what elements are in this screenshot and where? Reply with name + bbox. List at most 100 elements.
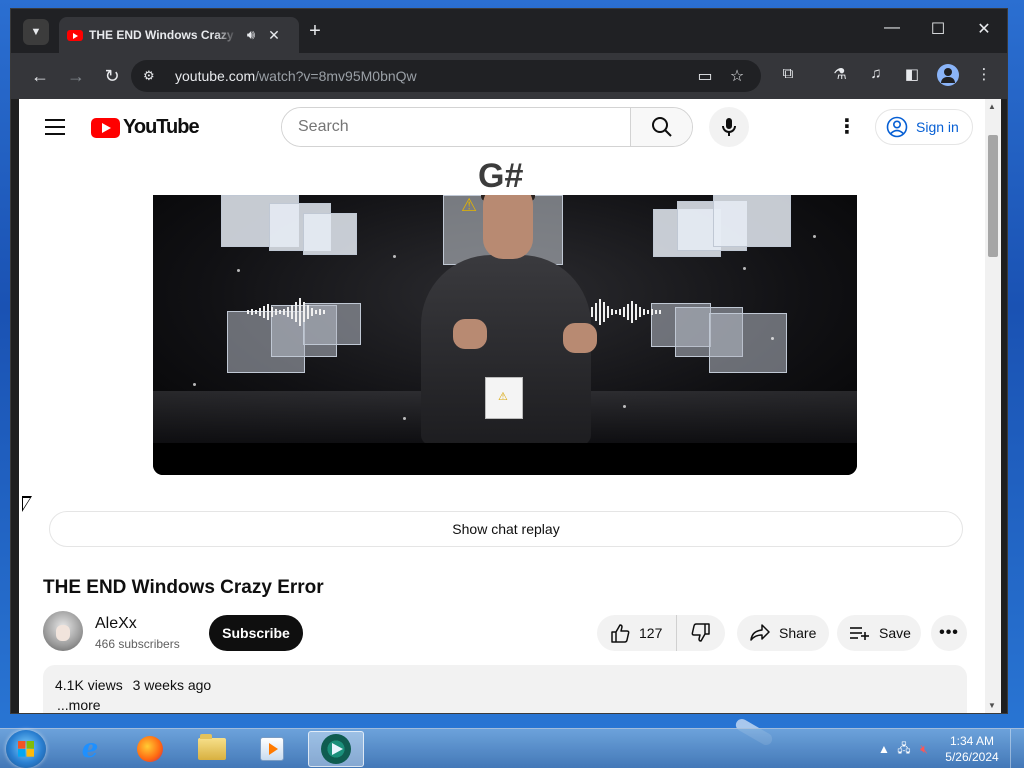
close-window-button[interactable]: ✕ (969, 19, 999, 39)
voice-search-button[interactable] (709, 107, 749, 147)
new-tab-button[interactable]: + (303, 21, 327, 41)
thumbs-up-icon (611, 624, 630, 643)
presenter-head (483, 195, 533, 259)
browser-menu-icon[interactable]: ⋮ (973, 65, 995, 83)
video-frame: ⚠ (153, 195, 857, 445)
tab-search-button[interactable]: ▼ (23, 19, 49, 45)
clock-time: 1:34 AM (949, 734, 995, 748)
taskbar-internet-explorer[interactable]: e (62, 731, 118, 767)
taskbar-chrome-remote[interactable] (308, 731, 364, 767)
audio-waveform-left (247, 297, 325, 327)
tab-youtube[interactable]: THE END Windows Crazy Error 🔊︎ ✕ (59, 17, 299, 53)
tab-title: THE END Windows Crazy Error (89, 28, 237, 42)
browser-toolbar: ← → ↻ ⚙ youtube.com/watch?v=8mv95M0bnQw … (11, 53, 1007, 99)
save-button[interactable]: Save (837, 615, 921, 651)
sign-in-label: Sign in (916, 119, 959, 135)
forward-arrow-icon[interactable]: → (65, 65, 87, 87)
like-button[interactable]: 127 (597, 615, 677, 651)
show-hidden-icons-arrow-icon[interactable]: ▲ (874, 742, 894, 756)
audio-waveform-right (583, 297, 661, 327)
start-button[interactable] (6, 730, 46, 768)
more-actions-button[interactable]: ••• (931, 615, 967, 651)
video-controls-area (153, 443, 857, 475)
volume-muted-icon[interactable]: 🔇︎ (914, 742, 934, 757)
media-control-icon[interactable]: ♫ (865, 65, 887, 82)
page-scrollbar[interactable]: ▲ ▼ (985, 99, 1001, 713)
share-label: Share (779, 625, 817, 641)
profile-avatar-icon[interactable] (937, 64, 959, 86)
site-info-icon[interactable]: ⚙ (143, 68, 163, 84)
more-horizontal-icon: ••• (939, 624, 959, 641)
dislike-button[interactable] (677, 622, 725, 644)
scroll-thumb[interactable] (988, 135, 998, 257)
internet-explorer-icon: e (81, 734, 99, 764)
tab-close-icon[interactable]: ✕ (265, 27, 283, 44)
channel-avatar[interactable] (43, 611, 83, 651)
view-count: 4.1K views (55, 677, 123, 693)
like-dislike-group: 127 (597, 615, 725, 651)
presenter-hand (563, 323, 597, 353)
speaker-icon[interactable]: 🔊︎ (243, 27, 259, 43)
cast-icon[interactable]: ▭ (695, 66, 715, 86)
share-button[interactable]: Share (737, 615, 829, 651)
youtube-logo-text: YouTube (123, 116, 200, 138)
more-options-icon[interactable]: ⋮ (837, 115, 857, 139)
taskbar-firefox[interactable] (122, 731, 178, 767)
scroll-up-arrow-icon[interactable]: ▲ (988, 102, 996, 111)
bookmark-star-icon[interactable]: ☆ (727, 66, 747, 86)
video-title: THE END Windows Crazy Error (43, 577, 324, 598)
scroll-down-arrow-icon[interactable]: ▼ (988, 701, 996, 710)
account-icon (886, 116, 908, 138)
youtube-page: YouTube ⋮ Sign in G# (19, 99, 1001, 713)
video-player[interactable]: ⚠ (153, 195, 857, 475)
video-window-card (709, 313, 787, 373)
search-box (281, 107, 693, 147)
subscribe-button[interactable]: Subscribe (209, 615, 303, 651)
subscriber-count: 466 subscribers (95, 637, 180, 651)
maximize-button[interactable]: ☐ (923, 19, 953, 39)
url-path: /watch?v=8mv95M0bnQw (255, 68, 417, 84)
search-input[interactable] (282, 108, 630, 146)
menu-icon[interactable] (45, 119, 65, 135)
youtube-logo-icon (91, 117, 120, 138)
video-window-card (713, 195, 791, 247)
labs-flask-icon[interactable]: ⚗ (829, 65, 851, 83)
taskbar-file-explorer[interactable] (184, 731, 240, 767)
clock[interactable]: 1:34 AM 5/26/2024 (934, 733, 1010, 765)
url-host: youtube.com (175, 68, 256, 84)
reload-icon[interactable]: ↻ (101, 65, 123, 87)
channel-name[interactable]: AleXx (95, 615, 137, 633)
network-icon[interactable]: 🖧︎ (894, 739, 914, 760)
search-button[interactable] (630, 108, 692, 146)
system-tray: ▲ 🖧︎ 🔇︎ 1:34 AM 5/26/2024 (874, 729, 1024, 768)
minimize-button[interactable]: — (877, 19, 907, 37)
firefox-icon (137, 736, 163, 762)
save-label: Save (879, 625, 911, 641)
description-more-link[interactable]: ...more (57, 697, 101, 713)
warning-icon: ⚠ (461, 195, 478, 215)
tab-strip: ▼ THE END Windows Crazy Error 🔊︎ ✕ + — ☐… (11, 9, 1007, 53)
address-bar[interactable]: ⚙ youtube.com/watch?v=8mv95M0bnQw ▭ ☆ (131, 60, 761, 92)
search-icon (651, 117, 672, 137)
microphone-icon (722, 118, 736, 136)
show-chat-replay-button[interactable]: Show chat replay (49, 511, 963, 547)
url-text[interactable]: youtube.com/watch?v=8mv95M0bnQw (175, 68, 417, 84)
description-meta: 4.1K views 3 weeks ago (55, 677, 217, 693)
back-arrow-icon[interactable]: ← (29, 65, 51, 87)
extensions-icon[interactable]: ⧉ (777, 65, 799, 82)
sign-in-button[interactable]: Sign in (875, 109, 973, 145)
youtube-logo[interactable]: YouTube (91, 116, 200, 139)
add-to-playlist-icon (850, 627, 869, 640)
taskbar-media-player[interactable] (244, 731, 300, 767)
video-overlay-text: G# (478, 157, 524, 195)
like-count: 127 (639, 625, 663, 641)
description-box[interactable]: 4.1K views 3 weeks ago ...more (43, 665, 967, 713)
show-desktop-button[interactable] (1010, 729, 1024, 768)
side-panel-icon[interactable]: ◧ (901, 65, 923, 83)
browser-window: ▼ THE END Windows Crazy Error 🔊︎ ✕ + — ☐… (10, 8, 1008, 714)
video-window-card (303, 213, 357, 255)
file-explorer-icon (198, 734, 226, 760)
windows-taskbar: e ▲ 🖧︎ 🔇︎ 1:34 AM 5/26/2024 (0, 728, 1024, 768)
error-dialog-thumbnail (485, 377, 523, 419)
mouse-cursor-icon (22, 496, 32, 512)
